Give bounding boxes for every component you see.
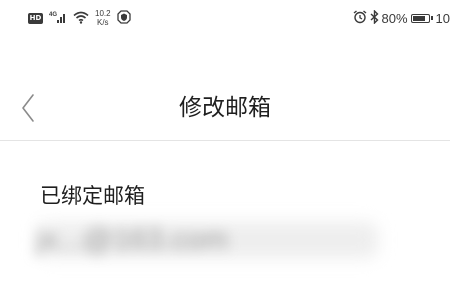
bluetooth-icon bbox=[370, 8, 379, 27]
battery-cap bbox=[430, 16, 433, 20]
battery-icon bbox=[410, 13, 433, 23]
clock: 10 bbox=[435, 10, 450, 26]
screen: HD 4G 10.2 K/s 80% 10 修改邮箱 已绑定邮箱 jx...@1… bbox=[0, 0, 450, 300]
wifi-icon bbox=[73, 9, 89, 28]
shield-icon bbox=[116, 9, 131, 28]
status-bar: HD 4G 10.2 K/s 80% 10 bbox=[0, 0, 450, 36]
nav-divider bbox=[0, 140, 450, 141]
signal-4g-icon: 4G bbox=[49, 9, 67, 28]
battery-fill bbox=[412, 15, 425, 21]
hd-icon: HD bbox=[28, 12, 43, 24]
alarm-icon bbox=[353, 9, 367, 27]
status-bar-right: 80% 10 bbox=[353, 6, 450, 30]
svg-text:4G: 4G bbox=[49, 12, 57, 18]
status-bar-left: HD 4G 10.2 K/s bbox=[28, 6, 131, 30]
bound-email-value: jx...@163.com bbox=[36, 218, 384, 262]
network-speed-value: 10.2 bbox=[95, 9, 111, 18]
battery-body bbox=[410, 13, 430, 23]
page-title: 修改邮箱 bbox=[179, 95, 271, 121]
email-masked-text: jx...@163.com bbox=[36, 223, 229, 256]
network-speed-unit: K/s bbox=[97, 18, 109, 27]
bound-email-label: 已绑定邮箱 bbox=[40, 184, 145, 208]
battery-percent: 80% bbox=[381, 10, 408, 26]
network-speed: 10.2 K/s bbox=[95, 9, 111, 27]
nav-bar: 修改邮箱 bbox=[0, 78, 450, 140]
